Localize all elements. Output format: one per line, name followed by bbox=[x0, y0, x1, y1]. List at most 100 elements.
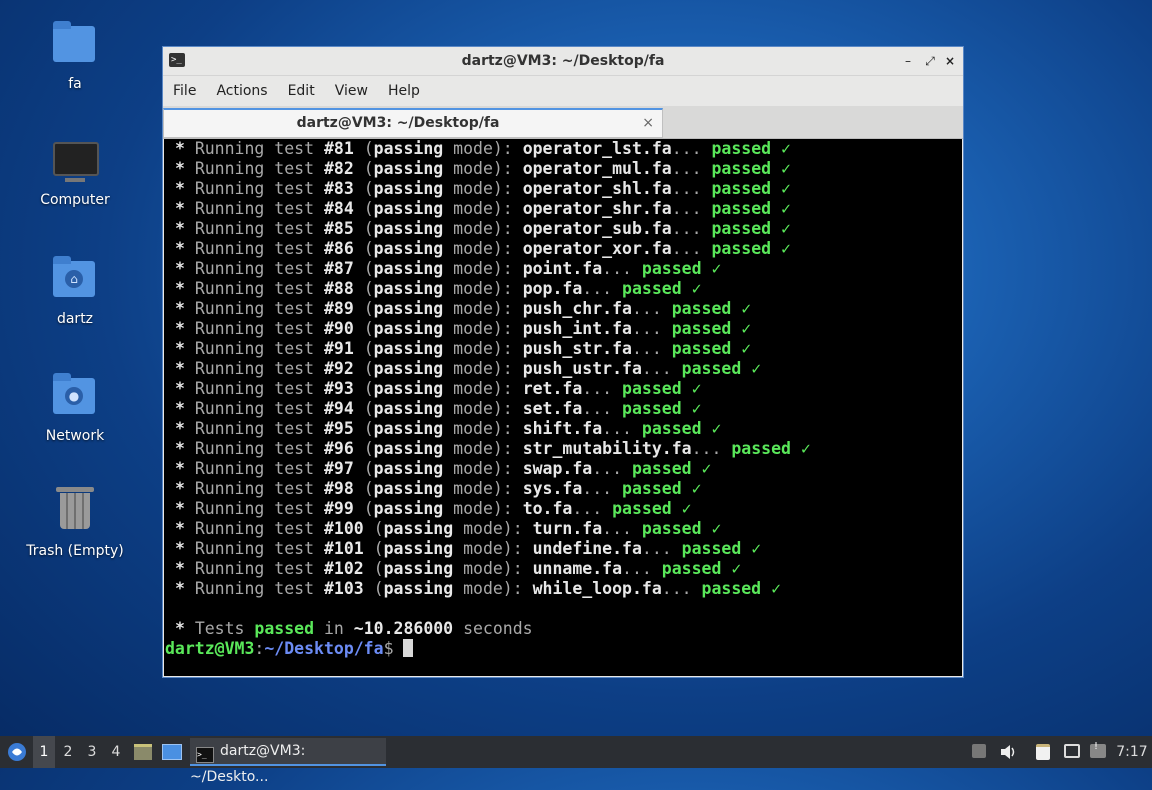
test-status: passed bbox=[671, 319, 732, 338]
paren: ( bbox=[373, 559, 384, 578]
menu-help[interactable]: Help bbox=[388, 83, 420, 99]
mode-suffix: mode): bbox=[443, 159, 513, 178]
test-status: passed bbox=[711, 199, 772, 218]
terminal-output[interactable]: * Running test #81 (passing mode): opera… bbox=[164, 139, 962, 676]
desktop-icon-computer[interactable]: Computer bbox=[20, 138, 130, 208]
test-number: #94 bbox=[323, 399, 354, 418]
bullet: * bbox=[174, 459, 185, 478]
test-status: passed bbox=[641, 419, 702, 438]
menu-file[interactable]: File bbox=[173, 83, 196, 99]
mode-suffix: mode): bbox=[443, 499, 513, 518]
desktop-icon-fa[interactable]: fa bbox=[20, 20, 130, 92]
paren: ( bbox=[363, 439, 374, 458]
desktop-icon-dartz[interactable]: ⌂ dartz bbox=[20, 255, 130, 327]
file-manager-launcher[interactable] bbox=[134, 736, 154, 768]
mode-suffix: mode): bbox=[453, 579, 523, 598]
test-status: passed bbox=[622, 279, 682, 298]
minimize-button[interactable]: – bbox=[899, 51, 917, 71]
paren: ( bbox=[373, 519, 384, 538]
mode-suffix: mode): bbox=[443, 239, 513, 258]
ellipsis: ... bbox=[582, 279, 613, 298]
mode-suffix: mode): bbox=[443, 459, 513, 478]
show-desktop-button[interactable] bbox=[162, 736, 184, 768]
test-file: turn.fa bbox=[532, 519, 603, 538]
bullet: * bbox=[174, 559, 185, 578]
tab-label: dartz@VM3: ~/Desktop/fa bbox=[296, 115, 500, 131]
menu-edit[interactable]: Edit bbox=[288, 83, 315, 99]
ellipsis: ... bbox=[602, 259, 632, 278]
menu-actions[interactable]: Actions bbox=[216, 83, 267, 99]
line-prefix: Running test bbox=[194, 459, 315, 478]
network-folder-icon: ● bbox=[53, 373, 97, 422]
terminal-line: * Running test #93 (passing mode): ret.f… bbox=[165, 379, 702, 398]
paren: ( bbox=[363, 179, 374, 198]
ellipsis: ... bbox=[671, 239, 702, 258]
eject-icon[interactable] bbox=[972, 744, 988, 760]
desktop-icon-trash[interactable]: Trash (Empty) bbox=[20, 487, 130, 559]
test-number: #90 bbox=[323, 319, 354, 338]
terminal-line: * Running test #101 (passing mode): unde… bbox=[165, 539, 761, 558]
test-status: passed bbox=[681, 359, 742, 378]
terminal-line: * Running test #86 (passing mode): opera… bbox=[165, 239, 791, 258]
bullet: * bbox=[174, 139, 185, 158]
paren: ( bbox=[363, 499, 374, 518]
bullet: * bbox=[174, 179, 185, 198]
clipboard-icon[interactable] bbox=[1036, 744, 1052, 760]
paren: ( bbox=[363, 479, 374, 498]
line-prefix: Running test bbox=[194, 399, 315, 418]
mode-suffix: mode): bbox=[443, 479, 513, 498]
mode-suffix: mode): bbox=[443, 319, 513, 338]
summary-middle: in bbox=[323, 619, 344, 638]
window-title: dartz@VM3: ~/Desktop/fa bbox=[461, 53, 665, 69]
paren: ( bbox=[363, 219, 374, 238]
line-prefix: Running test bbox=[194, 359, 315, 378]
bullet: * bbox=[174, 279, 185, 298]
test-number: #89 bbox=[323, 299, 354, 318]
workspace-4[interactable]: 4 bbox=[105, 736, 127, 768]
text-cursor bbox=[403, 639, 414, 657]
mode-suffix: mode): bbox=[443, 439, 513, 458]
window-titlebar[interactable]: >_ dartz@VM3: ~/Desktop/fa – ⤢ × bbox=[163, 47, 963, 76]
bullet: * bbox=[174, 419, 185, 438]
close-button[interactable]: × bbox=[941, 51, 959, 71]
bullet: * bbox=[174, 299, 185, 318]
mode-suffix: mode): bbox=[443, 199, 513, 218]
computer-icon bbox=[53, 142, 99, 186]
tab-bar: dartz@VM3: ~/Desktop/fa × bbox=[163, 106, 963, 139]
check-icon: ✓ bbox=[751, 539, 762, 558]
check-icon: ✓ bbox=[741, 319, 752, 338]
taskbar-task-terminal[interactable]: >_ dartz@VM3: ~/Deskto... bbox=[190, 738, 386, 785]
mode-word: passing bbox=[383, 559, 454, 578]
terminal-tab[interactable]: dartz@VM3: ~/Desktop/fa × bbox=[163, 108, 663, 138]
shell-prompt: dartz@VM3:~/Desktop/fa$ bbox=[165, 639, 414, 658]
tab-close-icon[interactable]: × bbox=[642, 110, 654, 136]
check-icon: ✓ bbox=[681, 499, 692, 518]
clock[interactable]: 7:17 bbox=[1112, 736, 1152, 768]
menu-view[interactable]: View bbox=[335, 83, 368, 99]
line-prefix: Running test bbox=[194, 179, 315, 198]
desktop-icon-network[interactable]: ● Network bbox=[20, 372, 130, 444]
test-file: operator_sub.fa bbox=[522, 219, 672, 238]
folder-icon bbox=[53, 21, 97, 70]
ellipsis: ... bbox=[641, 359, 672, 378]
home-folder-icon: ⌂ bbox=[53, 256, 97, 305]
workspace-3[interactable]: 3 bbox=[81, 736, 103, 768]
network-icon[interactable] bbox=[1064, 744, 1080, 760]
mode-word: passing bbox=[373, 299, 444, 318]
start-menu-button[interactable] bbox=[4, 736, 30, 768]
terminal-line: * Running test #98 (passing mode): sys.f… bbox=[165, 479, 702, 498]
notification-icon[interactable]: ! bbox=[1090, 741, 1106, 760]
test-status: passed bbox=[641, 259, 702, 278]
workspace-2[interactable]: 2 bbox=[57, 736, 79, 768]
mode-word: passing bbox=[383, 539, 454, 558]
test-number: #96 bbox=[323, 439, 354, 458]
mode-suffix: mode): bbox=[443, 219, 513, 238]
bullet: * bbox=[174, 339, 185, 358]
paren: ( bbox=[373, 539, 384, 558]
workspace-1[interactable]: 1 bbox=[33, 736, 55, 768]
volume-icon[interactable] bbox=[1000, 744, 1016, 760]
maximize-button[interactable]: ⤢ bbox=[921, 51, 939, 71]
paren: ( bbox=[363, 279, 374, 298]
mode-suffix: mode): bbox=[443, 339, 513, 358]
check-icon: ✓ bbox=[731, 559, 742, 578]
